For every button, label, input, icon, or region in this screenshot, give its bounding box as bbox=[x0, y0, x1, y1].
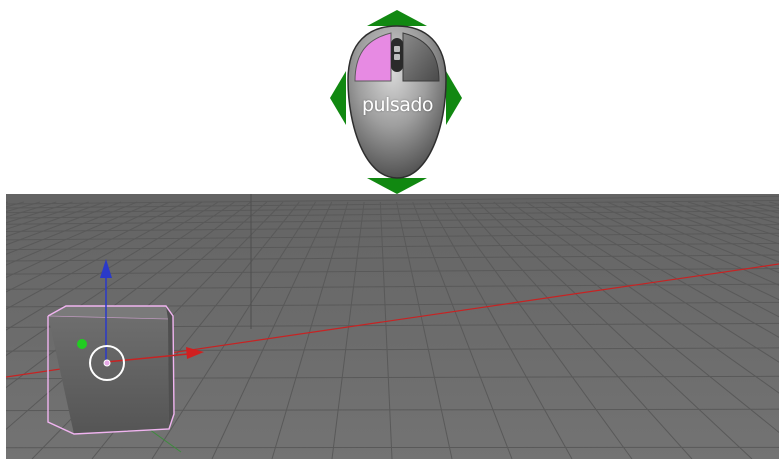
mouse-state-indicator: pulsado bbox=[325, 6, 470, 196]
arrow-down-icon bbox=[367, 178, 427, 194]
3d-viewport[interactable] bbox=[6, 194, 779, 459]
3d-cursor-center bbox=[103, 359, 111, 367]
mouse-state-label: pulsado bbox=[361, 94, 434, 116]
y-axis-handle[interactable] bbox=[77, 339, 87, 349]
viewport-canvas bbox=[6, 194, 779, 459]
arrow-up-icon bbox=[367, 10, 427, 26]
